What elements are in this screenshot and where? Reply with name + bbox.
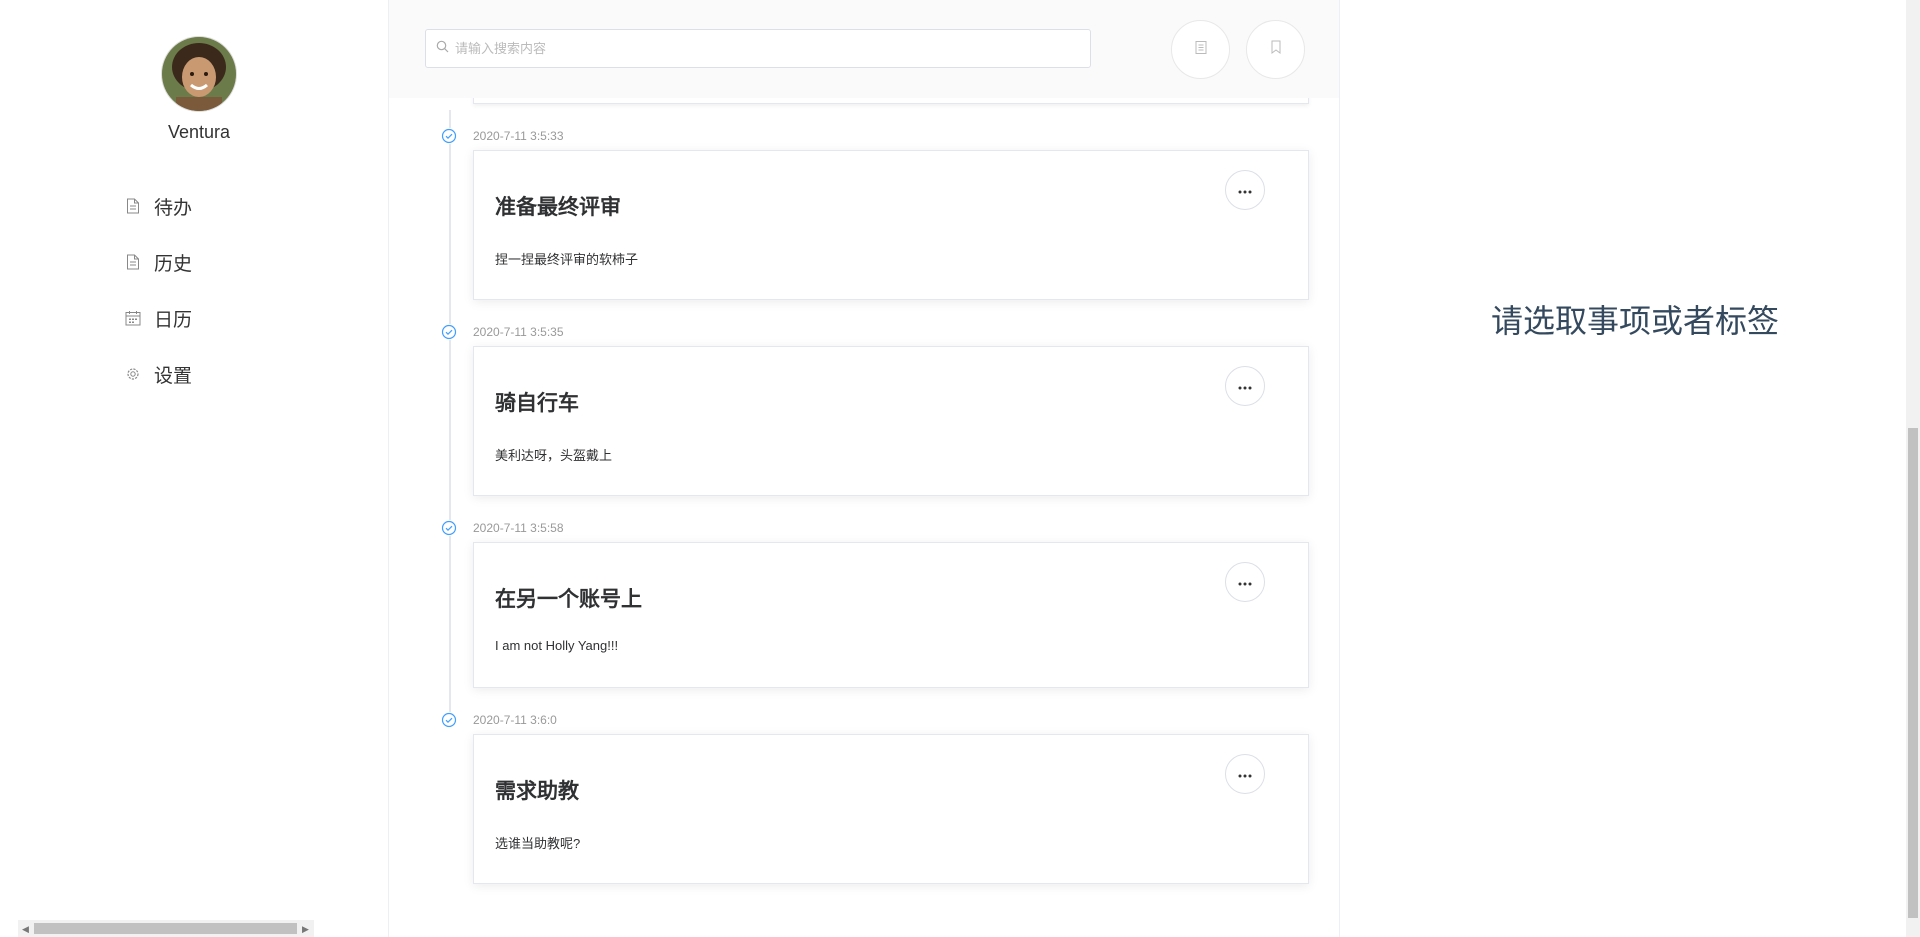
- entry-timestamp: 2020-7-11 3:5:58: [473, 521, 564, 535]
- document-icon: [124, 197, 142, 215]
- document-icon: [124, 253, 142, 271]
- sidebar-item-calendar[interactable]: 日历: [124, 290, 192, 346]
- entry-timestamp: 2020-7-11 3:5:35: [473, 325, 564, 339]
- app: Ventura 待办 历史 日历 设置 ◀ ▶ 请输入搜索内容 2020-7-1…: [0, 0, 1920, 937]
- sidebar-item-label: 历史: [154, 253, 193, 275]
- scroll-right-icon[interactable]: ▶: [302, 924, 309, 935]
- more-icon: [1238, 377, 1252, 395]
- window-edge: [0, 0, 9, 937]
- scroll-left-icon[interactable]: ◀: [22, 924, 29, 935]
- more-icon: [1238, 573, 1252, 591]
- more-button[interactable]: [1225, 754, 1265, 794]
- bookmark-icon: [1271, 40, 1281, 59]
- sidebar-item-label: 日历: [154, 309, 193, 331]
- todo-description: 选谁当助教呢?: [495, 836, 581, 851]
- avatar[interactable]: [162, 37, 236, 111]
- sidebar-item-label: 待办: [154, 197, 193, 219]
- clipboard-icon: [1195, 40, 1207, 59]
- sidebar-item-settings[interactable]: 设置: [124, 346, 192, 402]
- sidebar: Ventura 待办 历史 日历 设置 ◀ ▶: [9, 0, 389, 937]
- search-input[interactable]: [455, 41, 1055, 56]
- detail-panel: 请选取事项或者标签: [1341, 0, 1906, 937]
- todo-title: 准备最终评审: [495, 196, 621, 219]
- todo-title: 骑自行车: [495, 392, 579, 415]
- sidebar-item-history[interactable]: 历史: [124, 234, 192, 290]
- check-circle-icon: [441, 324, 457, 340]
- todo-card[interactable]: 准备最终评审 捏一捏最终评审的软柿子: [473, 150, 1309, 300]
- todo-title: 在另一个账号上: [495, 588, 642, 611]
- sidebar-nav: 待办 历史 日历 设置: [124, 178, 192, 402]
- search-box[interactable]: [425, 29, 1091, 68]
- todo-description: 美利达呀，头盔戴上: [495, 448, 613, 463]
- toolbar: [389, 0, 1339, 98]
- username: Ventura: [167, 122, 231, 142]
- todo-card[interactable]: 需求助教 选谁当助教呢?: [473, 734, 1309, 884]
- scrollbar-thumb[interactable]: [34, 923, 297, 934]
- empty-state-text: 请选取事项或者标签: [1491, 303, 1780, 339]
- avatar-image: [162, 37, 236, 111]
- gear-icon: [124, 365, 142, 383]
- todo-list-panel: 2020-7-11 3:5:33 准备最终评审 捏一捏最终评审的软柿子 2020…: [389, 0, 1340, 937]
- check-circle-icon: [441, 128, 457, 144]
- calendar-icon: [124, 309, 142, 327]
- todo-title: 需求助教: [495, 780, 579, 803]
- more-icon: [1238, 181, 1252, 199]
- horizontal-scrollbar[interactable]: ◀ ▶: [18, 920, 314, 937]
- vertical-scrollbar[interactable]: [1906, 0, 1920, 937]
- check-circle-icon: [441, 520, 457, 536]
- more-icon: [1238, 765, 1252, 783]
- entry-timestamp: 2020-7-11 3:5:33: [473, 129, 564, 143]
- bookmark-button[interactable]: [1246, 20, 1305, 79]
- more-button[interactable]: [1225, 366, 1265, 406]
- more-button[interactable]: [1225, 170, 1265, 210]
- todo-description: 捏一捏最终评审的软柿子: [495, 252, 639, 267]
- todo-card[interactable]: 在另一个账号上 I am not Holly Yang!!!: [473, 542, 1309, 688]
- sidebar-item-todo[interactable]: 待办: [124, 178, 192, 234]
- search-icon: [436, 40, 449, 58]
- clipboard-button[interactable]: [1171, 20, 1230, 79]
- todo-card[interactable]: 骑自行车 美利达呀，头盔戴上: [473, 346, 1309, 496]
- todo-description: I am not Holly Yang!!!: [495, 638, 619, 653]
- scrollbar-thumb[interactable]: [1908, 428, 1918, 918]
- check-circle-icon: [441, 712, 457, 728]
- entry-timestamp: 2020-7-11 3:6:0: [473, 713, 557, 727]
- sidebar-item-label: 设置: [154, 365, 193, 387]
- timeline-line: [449, 110, 451, 720]
- more-button[interactable]: [1225, 562, 1265, 602]
